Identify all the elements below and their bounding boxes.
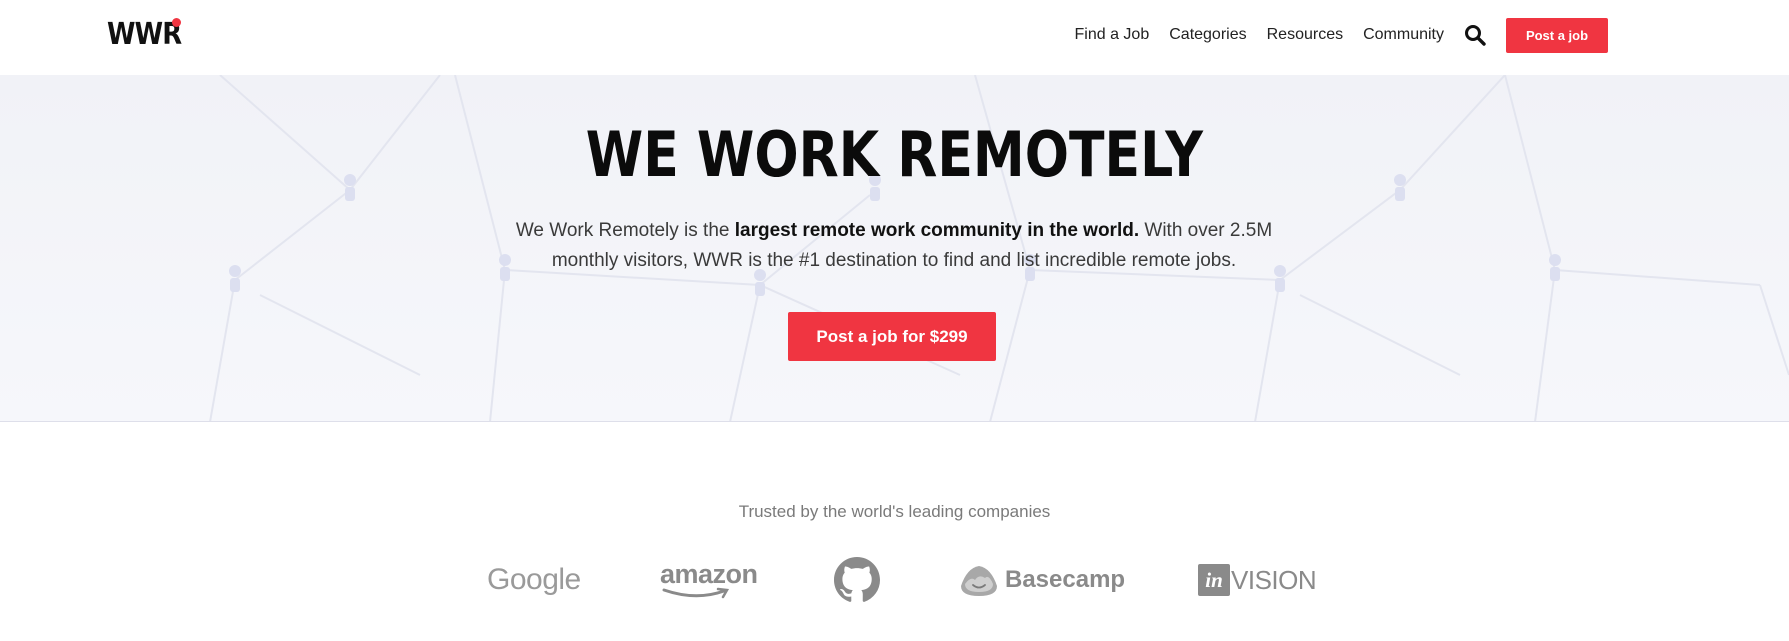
invision-mark: in	[1198, 564, 1230, 596]
nav-categories[interactable]: Categories	[1169, 18, 1246, 52]
amazon-smile-icon	[662, 587, 730, 599]
basecamp-logo: Basecamp	[959, 555, 1125, 605]
nav-resources[interactable]: Resources	[1267, 18, 1343, 52]
nav-community[interactable]: Community	[1363, 18, 1444, 52]
company-logos: Google amazon Basecamp in VISION	[0, 555, 1789, 605]
main-nav: Find a Job Categories Resources Communit…	[1075, 17, 1608, 53]
trusted-title: Trusted by the world's leading companies	[738, 502, 1051, 521]
invision-logo: in VISION	[1198, 555, 1317, 605]
post-job-button[interactable]: Post a job	[1506, 17, 1608, 53]
hero-description: We Work Remotely is the largest remote w…	[515, 220, 1273, 271]
post-job-cta-button[interactable]: Post a job for $299	[788, 312, 996, 361]
logo[interactable]: WWR	[107, 18, 193, 52]
search-icon[interactable]	[1464, 24, 1486, 46]
logo-dot	[172, 18, 181, 27]
amazon-logo: amazon	[660, 555, 758, 605]
logo-text: WWR	[107, 17, 182, 52]
basecamp-icon	[961, 566, 997, 596]
github-icon	[834, 555, 880, 605]
nav-find-a-job[interactable]: Find a Job	[1075, 18, 1150, 52]
hero-section: WE WORK REMOTELY We Work Remotely is the…	[0, 75, 1789, 422]
google-logo: Google	[487, 563, 581, 596]
site-header: WWR Find a Job Categories Resources Comm…	[0, 0, 1789, 75]
hero-description-bold: largest remote work community in the wor…	[734, 220, 1140, 241]
hero-title: WE WORK REMOTELY	[585, 118, 1204, 191]
